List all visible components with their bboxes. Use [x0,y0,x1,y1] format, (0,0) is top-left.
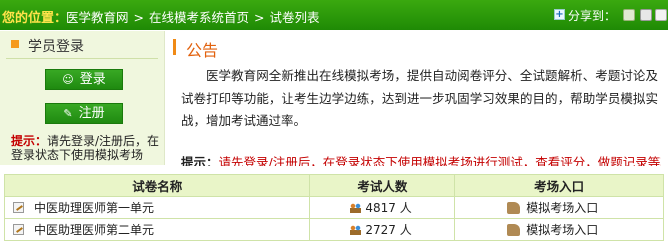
share-more-icon[interactable] [655,9,667,21]
people-icon [350,203,362,213]
share-qq-icon[interactable] [640,9,652,21]
share-label[interactable]: 分享到： [568,7,616,24]
column-header-entry: 考场入口 [454,174,664,197]
table-row: 中医助理医师第一单元 4817 人 模拟考场入口 [3,196,664,219]
user-icon: ☺ [62,73,74,86]
breadcrumb-current: 试卷列表 [269,10,320,25]
exam-table: 试卷名称 考试人数 考场入口 中医助理医师第一单元 4817 人 模拟考场入口 … [3,174,664,241]
notice-register-link[interactable]: 注册 [273,155,298,166]
breadcrumb-home[interactable]: 医学教育网 [66,10,129,25]
register-button[interactable]: ✎ 注册 [45,103,123,124]
login-panel: 学员登录 ☺ 登录 ✎ 注册 提示：请先登录/注册后，在登录状态下使用模拟考场 [0,31,165,165]
login-panel-title: 学员登录 [28,39,84,55]
breadcrumb-exam-home[interactable]: 在线模考系统首页 [149,10,249,25]
notice-accent-bar [173,39,176,55]
edit-icon: ✎ [63,107,73,120]
exam-entry-link[interactable]: 模拟考场入口 [454,218,664,241]
exam-count-cell: 4817 人 [309,196,456,219]
share-plus-icon[interactable]: + [554,9,565,20]
people-icon [350,225,362,235]
location-label: 您的位置： [2,11,68,26]
notice-tip: 提示：请先登录/注册后，在登录状态下使用模拟考场进行测试，查看评分，做题记录等功 [181,152,661,166]
exam-name-cell: 中医助理医师第一单元 [3,196,311,219]
breadcrumb-separator: > [254,10,265,25]
divider [6,58,158,59]
breadcrumb: 医学教育网 > 在线模考系统首页 > 试卷列表 [66,7,320,26]
notice-body: 医学教育网全新推出在线模拟考场，提供自动阅卷评分、全试题解析、考题讨论及试卷打印… [181,68,658,128]
exam-count: 2727 人 [365,223,412,237]
share-weibo-icon[interactable] [623,9,635,21]
breadcrumb-separator: > [133,10,144,25]
notice-login-link[interactable]: 请先登录 [219,155,269,166]
register-button-label: 注册 [78,106,105,121]
top-bar: 您的位置： 医学教育网 > 在线模考系统首页 > 试卷列表 + 分享到： [0,0,668,30]
exam-name: 中医助理医师第一单元 [34,201,155,215]
exam-entry-label: 模拟考场入口 [526,201,599,215]
exam-name-cell: 中医助理医师第二单元 [3,218,311,241]
column-header-name: 试卷名称 [3,174,311,197]
door-icon [507,224,521,236]
login-button[interactable]: ☺ 登录 [45,69,123,90]
table-header-row: 试卷名称 考试人数 考场入口 [3,174,664,197]
login-tip: 提示：请先登录/注册后，在登录状态下使用模拟考场 [11,134,161,162]
exam-count-cell: 2727 人 [309,218,456,241]
login-tip-label: 提示： [11,134,48,148]
login-panel-header: 学员登录 [11,36,84,56]
edit-pen-icon [13,224,24,235]
column-header-count: 考试人数 [309,174,456,197]
notice-tip-label: 提示： [181,155,219,166]
edit-pen-icon [13,202,24,213]
exam-entry-link[interactable]: 模拟考场入口 [454,196,664,219]
door-icon [507,202,521,214]
square-bullet-icon [11,40,19,48]
notice-title: 公告 [186,41,219,60]
exam-entry-label: 模拟考场入口 [526,223,599,237]
notice-tip-rest: 后，在登录状态下使用模拟考场进行测试，查看评分，做题记录等功 [297,155,661,166]
login-button-label: 登录 [79,72,106,87]
table-row: 中医助理医师第二单元 2727 人 模拟考场入口 [3,218,664,241]
exam-count: 4817 人 [365,201,412,215]
exam-name: 中医助理医师第二单元 [34,223,155,237]
